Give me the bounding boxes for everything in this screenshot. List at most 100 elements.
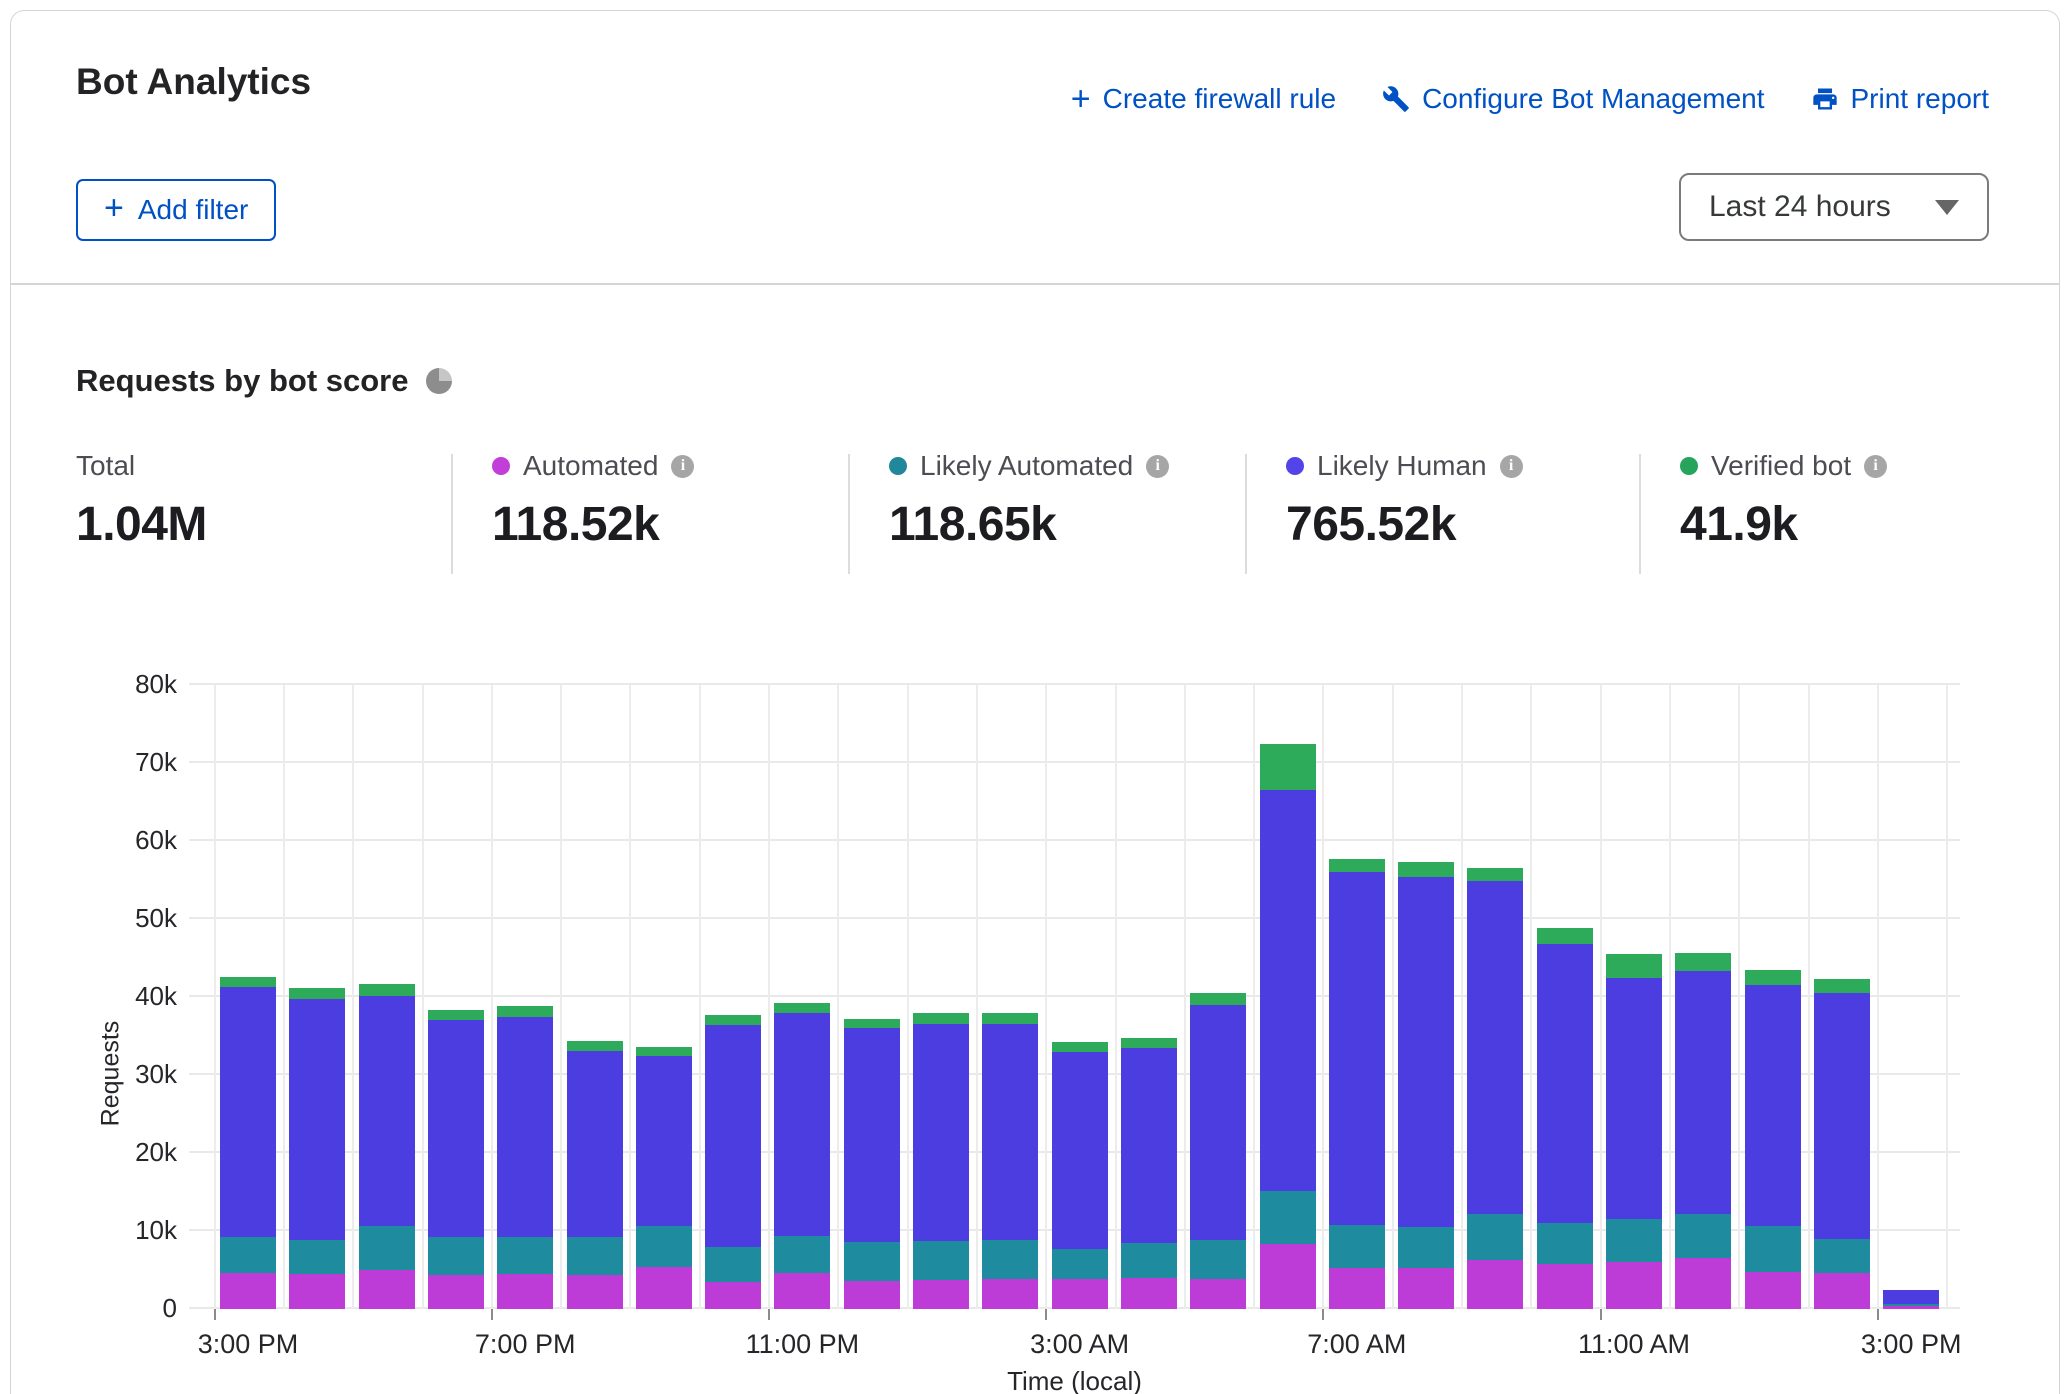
bar-segment-likely-automated [497, 1237, 553, 1274]
chart-bar[interactable] [1814, 979, 1870, 1309]
bar-segment-verified-bot [1329, 859, 1385, 872]
x-axis-tick-label: 7:00 AM [1257, 1329, 1457, 1360]
stat-verified-bot-value: 41.9k [1680, 497, 1887, 552]
stat-divider [848, 454, 850, 574]
chart-bar[interactable] [705, 1015, 761, 1309]
add-filter-button[interactable]: + Add filter [76, 179, 276, 241]
plus-icon: + [1071, 85, 1091, 113]
pie-chart-icon [426, 368, 452, 394]
chevron-down-icon [1935, 200, 1959, 215]
chart-bar[interactable] [1398, 862, 1454, 1309]
chart-bar[interactable] [1606, 954, 1662, 1309]
bar-segment-automated [428, 1275, 484, 1309]
bar-segment-verified-bot [1467, 868, 1523, 880]
chart-bar[interactable] [567, 1041, 623, 1309]
bar-segment-automated [1606, 1262, 1662, 1309]
chart-bar[interactable] [428, 1010, 484, 1309]
bar-segment-likely-human [1260, 790, 1316, 1191]
bar-segment-likely-human [567, 1051, 623, 1237]
y-gridline [189, 683, 1960, 685]
chart-bar[interactable] [1883, 1290, 1939, 1309]
bar-segment-automated [705, 1282, 761, 1309]
bot-analytics-card: Bot Analytics + Create firewall rule Con… [10, 10, 2060, 1394]
verified-bot-legend-dot [1680, 457, 1698, 475]
bar-segment-verified-bot [844, 1019, 900, 1028]
create-firewall-rule-link[interactable]: + Create firewall rule [1071, 83, 1336, 115]
bar-segment-likely-automated [1606, 1219, 1662, 1262]
bar-segment-automated [359, 1270, 415, 1309]
bar-segment-verified-bot [1814, 979, 1870, 993]
chart-bar[interactable] [220, 977, 276, 1309]
chart-bar[interactable] [1675, 953, 1731, 1309]
y-gridline [189, 917, 1960, 919]
stat-likely-human: Likely Human i 765.52k [1286, 449, 1523, 552]
info-icon[interactable]: i [1864, 455, 1887, 478]
chart-bar[interactable] [497, 1006, 553, 1309]
bar-segment-verified-bot [567, 1041, 623, 1050]
bar-segment-automated [567, 1275, 623, 1309]
bar-segment-likely-human [497, 1017, 553, 1237]
bar-segment-verified-bot [1537, 928, 1593, 944]
chart-bar[interactable] [844, 1019, 900, 1309]
print-report-link[interactable]: Print report [1811, 83, 1990, 115]
stat-automated-value: 118.52k [492, 497, 694, 552]
chart-bar[interactable] [359, 984, 415, 1309]
info-icon[interactable]: i [1146, 455, 1169, 478]
y-gridline [189, 761, 1960, 763]
chart-bar[interactable] [1467, 868, 1523, 1309]
bar-segment-likely-automated [1052, 1249, 1108, 1279]
stats-row: Total 1.04M Automated i 118.52k Likely A… [11, 449, 2059, 584]
chart-bar[interactable] [774, 1003, 830, 1309]
x-gridline [1115, 685, 1117, 1309]
bar-segment-verified-bot [982, 1013, 1038, 1024]
chart-bar[interactable] [1329, 859, 1385, 1309]
x-axis-title: Time (local) [925, 1366, 1225, 1394]
bar-segment-likely-automated [1675, 1214, 1731, 1258]
bar-segment-likely-human [913, 1024, 969, 1242]
bar-segment-automated [1260, 1244, 1316, 1309]
bar-segment-likely-automated [705, 1247, 761, 1281]
chart-bar[interactable] [1537, 928, 1593, 1309]
y-axis-tick-label: 40k [97, 981, 177, 1012]
x-axis-tick [1322, 1309, 1324, 1320]
bar-segment-automated [497, 1274, 553, 1309]
stat-total: Total 1.04M [76, 449, 207, 552]
stat-automated: Automated i 118.52k [492, 449, 694, 552]
chart-bar[interactable] [1121, 1038, 1177, 1309]
bar-segment-likely-human [1745, 985, 1801, 1226]
stat-verified-bot: Verified bot i 41.9k [1680, 449, 1887, 552]
bar-segment-automated [1883, 1306, 1939, 1309]
time-range-value: Last 24 hours [1709, 190, 1891, 224]
time-range-select[interactable]: Last 24 hours [1679, 173, 1989, 241]
chart-bar[interactable] [1190, 993, 1246, 1309]
configure-bot-management-link[interactable]: Configure Bot Management [1382, 83, 1764, 115]
bar-segment-likely-automated [289, 1240, 345, 1274]
chart-bar[interactable] [1052, 1042, 1108, 1309]
chart-bar[interactable] [1260, 744, 1316, 1309]
chart-bar[interactable] [1745, 970, 1801, 1309]
x-gridline [1184, 685, 1186, 1309]
plus-icon: + [104, 189, 124, 228]
x-gridline [491, 685, 493, 1309]
bar-segment-likely-human [1190, 1005, 1246, 1241]
chart-bar[interactable] [982, 1013, 1038, 1309]
wrench-icon [1382, 85, 1410, 113]
chart-bar[interactable] [289, 988, 345, 1309]
info-icon[interactable]: i [1500, 455, 1523, 478]
chart-bar[interactable] [636, 1047, 692, 1309]
bar-segment-automated [982, 1279, 1038, 1309]
bar-segment-likely-automated [1745, 1226, 1801, 1272]
chart-bar[interactable] [913, 1013, 969, 1309]
bar-segment-likely-human [220, 987, 276, 1237]
bar-segment-likely-human [636, 1056, 692, 1227]
x-axis-tick-label: 3:00 AM [980, 1329, 1180, 1360]
bar-segment-automated [1121, 1278, 1177, 1309]
bar-segment-likely-human [1814, 993, 1870, 1239]
x-gridline [283, 685, 285, 1309]
stat-total-value: 1.04M [76, 497, 207, 552]
bar-segment-likely-human [428, 1020, 484, 1237]
bar-segment-automated [774, 1273, 830, 1309]
bar-segment-likely-human [1329, 872, 1385, 1225]
bar-segment-likely-human [774, 1013, 830, 1236]
info-icon[interactable]: i [671, 455, 694, 478]
